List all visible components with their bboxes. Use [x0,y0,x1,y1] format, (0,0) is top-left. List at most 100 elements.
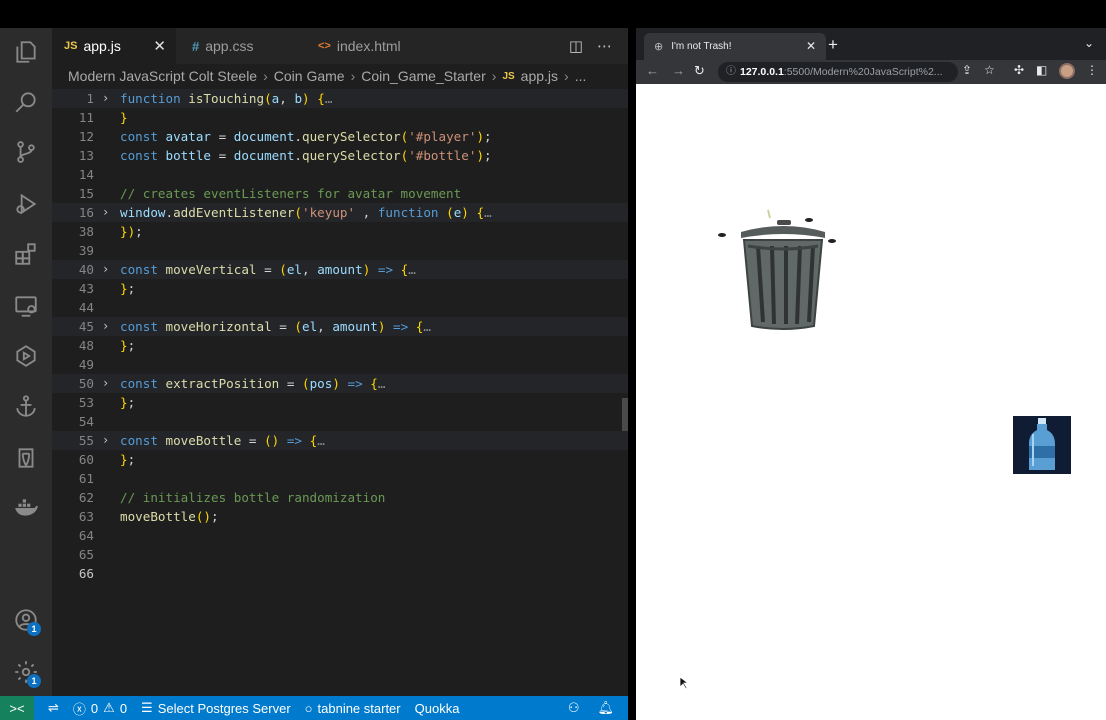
breadcrumb-item[interactable]: Coin_Game_Starter [361,68,486,84]
code-line[interactable]: 63 moveBottle(); [52,507,628,526]
status-bar: >< ⇌ ⓧ 0 ⚠ 0 ☰ Select Postgres Server ○ tabn… [0,696,628,720]
code-line[interactable]: 49 [52,355,628,374]
line-number: 44 [78,300,94,315]
breadcrumb-item[interactable]: Coin Game [274,68,345,84]
line-number: 16 [78,205,94,220]
source-control-icon[interactable] [0,132,52,172]
run-debug-icon[interactable] [0,184,52,224]
docker-icon[interactable] [0,488,52,528]
sync-icon[interactable]: ⇌ [48,700,59,716]
remote-indicator-icon[interactable]: >< [0,696,34,720]
address-bar[interactable]: ⓘ 127.0.0.1:5500/Modern%20JavaScript%2..… [718,62,958,82]
activity-bar: 1 1 [0,28,52,696]
code-line[interactable]: 53}; [52,393,628,412]
account-badge: 1 [27,622,41,636]
problems-indicator[interactable]: ⓧ 0 ⚠ 0 [73,699,127,718]
code-line[interactable]: 38}); [52,222,628,241]
code-line[interactable]: 44 [52,298,628,317]
reload-icon[interactable]: ↻ [694,63,705,79]
remote-explorer-icon[interactable] [0,286,52,326]
code-line[interactable]: 48}; [52,336,628,355]
code-line[interactable]: 64 [52,526,628,545]
code-line[interactable]: 15 // creates eventListeners for avatar m… [52,184,628,203]
close-icon[interactable]: ✕ [153,37,166,55]
code-text: // initializes bottle randomization [120,490,386,505]
code-editor[interactable]: 1 › function isTouching(a, b) {… 11} 12 const… [52,88,628,688]
menu-icon[interactable]: ⋮ [1086,63,1098,77]
code-line[interactable]: 43}; [52,279,628,298]
more-actions-icon[interactable]: ⋯ [597,37,612,55]
code-line[interactable]: 62 // initializes bottle randomization [52,488,628,507]
code-line[interactable]: 14 [52,165,628,184]
tab-index-html[interactable]: <> index.html [306,28,456,64]
files-icon[interactable] [0,32,52,72]
extensions-icon[interactable]: ✣ [1014,63,1024,77]
star-icon[interactable]: ☆ [984,63,995,77]
quokka-button[interactable]: Quokka [415,701,460,716]
code-line[interactable]: 61 [52,469,628,488]
back-icon[interactable]: ← [646,63,659,78]
new-tab-icon[interactable]: + [828,35,838,55]
line-number: 38 [78,224,94,239]
line-number: 43 [78,281,94,296]
settings-gear-icon[interactable]: 1 [0,652,52,692]
close-tab-icon[interactable]: ✕ [806,39,816,53]
fold-chevron-icon[interactable]: › [102,203,109,222]
forward-icon[interactable]: → [672,63,685,78]
breadcrumb-item[interactable]: app.js [521,68,558,84]
split-editor-icon[interactable]: ◫ [569,37,583,55]
code-line[interactable]: 13 const bottle = document.querySelector(… [52,146,628,165]
tab-search-chevron-icon[interactable]: ⌄ [1084,36,1094,50]
url-path: :5500/Modern%20JavaScript%2... [783,66,943,78]
code-line[interactable]: 50 › const extractPosition = (pos) => {… [52,374,628,393]
fold-chevron-icon[interactable]: › [102,317,109,336]
code-text: }; [120,452,136,467]
fold-chevron-icon[interactable]: › [102,431,109,450]
breadcrumb-item[interactable]: ... [575,68,587,84]
tabnine-button[interactable]: ○ tabnine starter [305,701,401,716]
warning-icon: ⚠ [103,700,115,715]
breadcrumb-item[interactable]: Modern JavaScript Colt Steele [68,68,257,84]
sidebar-icon[interactable]: ◧ [1036,63,1047,77]
fold-chevron-icon[interactable]: › [102,89,109,108]
code-line[interactable]: 54 [52,412,628,431]
js-file-icon: JS [64,40,78,52]
error-icon: ⓧ [72,701,86,717]
search-icon[interactable] [0,82,52,122]
code-line[interactable]: 12 const avatar = document.querySelector(… [52,127,628,146]
database-icon[interactable] [0,438,52,478]
feedback-icon[interactable]: ⚇ [568,700,580,716]
extensions-icon[interactable] [0,234,52,274]
site-info-icon[interactable]: ⓘ [726,62,736,82]
anchor-icon[interactable] [0,386,52,426]
code-line[interactable]: 55 › const moveBottle = () => {… [52,431,628,450]
fold-chevron-icon[interactable]: › [102,374,109,393]
code-line[interactable]: 11} [52,108,628,127]
code-text: } [120,110,128,125]
code-line[interactable]: 40 › const moveVertical = (el, amount) => … [52,260,628,279]
code-line[interactable]: 60}; [52,450,628,469]
share-icon[interactable]: ⇪ [962,63,972,77]
tab-app-js[interactable]: JS app.js ✕ [52,28,176,64]
profile-avatar[interactable] [1059,63,1075,79]
code-line[interactable]: 1 › function isTouching(a, b) {… [52,89,628,108]
postgres-server-button[interactable]: ☰ Select Postgres Server [141,700,291,716]
line-number: 53 [78,395,94,410]
code-line[interactable]: 16 › window.addEventListener('keyup' , fun… [52,203,628,222]
quokka-icon[interactable] [0,336,52,376]
code-text: }; [120,281,136,296]
tab-label: app.js [83,38,121,54]
code-line[interactable]: 65 [52,545,628,564]
vscode-window: 1 1 JS app.js ✕ # app.css <> index.html … [0,28,628,720]
html-file-icon: <> [318,40,331,52]
fold-chevron-icon[interactable]: › [102,260,109,279]
line-number: 15 [78,186,94,201]
code-text: window.addEventListener('keyup' , functi… [120,205,492,220]
account-icon[interactable]: 1 [0,600,52,640]
code-line[interactable]: 39 [52,241,628,260]
code-line[interactable]: 66 [52,564,628,583]
notifications-bell-icon[interactable]: 🔔︎ [597,700,614,716]
browser-tab[interactable]: ⊕ I'm not Trash! ✕ [644,33,826,60]
code-line[interactable]: 45 › const moveHorizontal = (el, amount) =… [52,317,628,336]
tab-app-css[interactable]: # app.css [180,28,304,64]
